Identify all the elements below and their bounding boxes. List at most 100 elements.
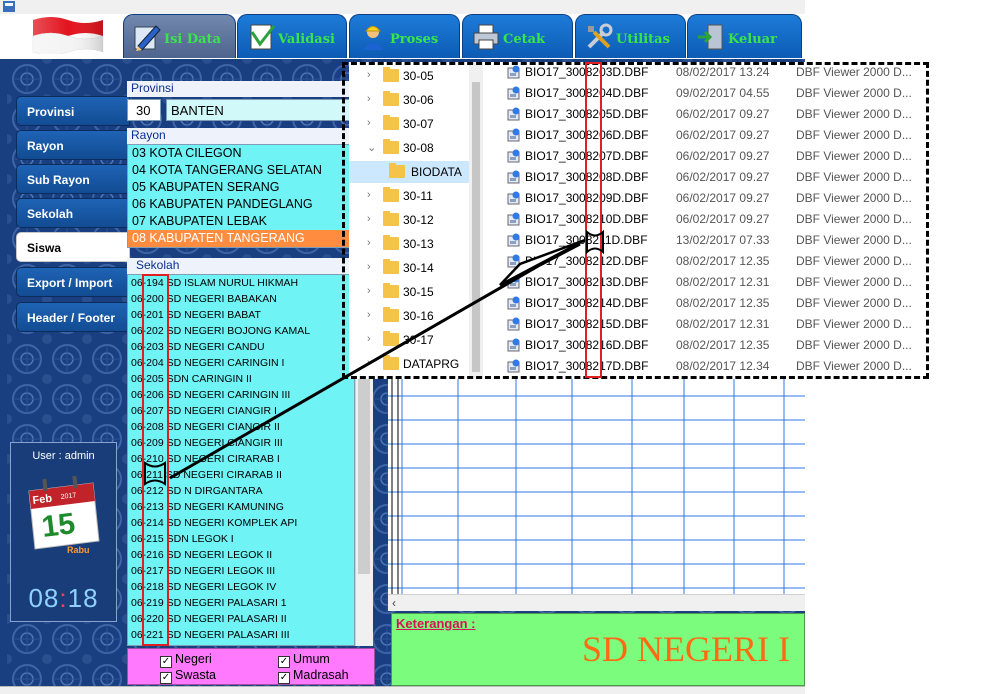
sekolah-item[interactable]: 06-207 SD NEGERI CIANGIR I (128, 403, 354, 419)
folder-30-15[interactable]: › 30-15 (349, 281, 469, 303)
sidebar-item-export-import[interactable]: Export / Import (16, 267, 130, 297)
chevron-right-icon[interactable]: › (367, 69, 371, 81)
sekolah-item[interactable]: 06-214 SD NEGERI KOMPLEK API (128, 515, 354, 531)
folder-30-11[interactable]: › 30-11 (349, 185, 469, 207)
filter-madrasah-checkbox[interactable]: ✓ Madrasah (278, 668, 349, 684)
checkbox-box[interactable]: ✓ (278, 656, 290, 668)
file-row[interactable]: BIO17_3008212D.DBF 08/02/2017 12.35 DBF Vi… (483, 251, 912, 272)
rayon-item[interactable]: 04 KOTA TANGERANG SELATAN (128, 162, 349, 179)
sekolah-item[interactable]: 06-216 SD NEGERI LEGOK II (128, 547, 354, 563)
sekolah-item[interactable]: 06-205 SDN CARINGIN II (128, 371, 354, 387)
chevron-right-icon[interactable]: › (367, 93, 371, 105)
sidebar-item-header-footer[interactable]: Header / Footer (16, 302, 130, 332)
file-row[interactable]: BIO17_3008216D.DBF 08/02/2017 12.35 DBF Vi… (483, 335, 912, 356)
sekolah-item[interactable]: 06-220 SD NEGERI PALASARI II (128, 611, 354, 627)
sekolah-item[interactable]: 06-204 SD NEGERI CARINGIN I (128, 355, 354, 371)
sekolah-item[interactable]: 06-217 SD NEGERI LEGOK III (128, 563, 354, 579)
folder-30-07[interactable]: › 30-07 (349, 113, 469, 135)
file-row[interactable]: BIO17_3008204D.DBF 09/02/2017 04.55 DBF Vi… (483, 83, 912, 104)
folder-30-12[interactable]: › 30-12 (349, 209, 469, 231)
rayon-item[interactable]: 03 KOTA CILEGON (128, 145, 349, 162)
file-row[interactable]: BIO17_3008208D.DBF 06/02/2017 09.27 DBF Vi… (483, 167, 912, 188)
sekolah-item[interactable]: 06-218 SD NEGERI LEGOK IV (128, 579, 354, 595)
folder-biodata[interactable]: BIODATA (349, 161, 469, 183)
scroll-left-arrow-icon[interactable]: ‹ (392, 596, 396, 610)
sekolah-item[interactable]: 06-208 SD NEGERI CIANGIR II (128, 419, 354, 435)
calendar-icon: Feb 2017 15 Rabu (28, 475, 100, 555)
filter-negeri-checkbox[interactable]: ✓ Negeri (160, 652, 212, 668)
sidebar-item-rayon[interactable]: Rayon (16, 130, 130, 160)
folder-30-14[interactable]: › 30-14 (349, 257, 469, 279)
file-row[interactable]: BIO17_3008210D.DBF 06/02/2017 09.27 DBF Vi… (483, 209, 912, 230)
chevron-right-icon[interactable]: › (367, 237, 371, 249)
folder-30-16[interactable]: › 30-16 (349, 305, 469, 327)
tab-isi-data[interactable]: Isi Data (123, 14, 236, 58)
checkbox-box[interactable]: ✓ (160, 672, 172, 684)
chevron-right-icon[interactable]: › (367, 285, 371, 297)
rayon-item[interactable]: 05 KABUPATEN SERANG (128, 179, 349, 196)
sekolah-item[interactable]: 06-202 SD NEGERI BOJONG KAMAL (128, 323, 354, 339)
grid-horizontal-scrollbar[interactable]: ‹ (388, 594, 805, 611)
file-row[interactable]: BIO17_3008207D.DBF 06/02/2017 09.27 DBF Vi… (483, 146, 912, 167)
chevron-right-icon[interactable]: › (367, 357, 371, 369)
tab-keluar[interactable]: Keluar (687, 14, 802, 58)
checkbox-box[interactable]: ✓ (278, 672, 290, 684)
provinsi-name-field[interactable]: BANTEN (166, 99, 350, 121)
rayon-item[interactable]: 06 KABUPATEN PANDEGLANG (128, 196, 349, 213)
filter-swasta-checkbox[interactable]: ✓ Swasta (160, 668, 216, 684)
sekolah-item[interactable]: 06-200 SD NEGERI BABAKAN (128, 291, 354, 307)
file-row[interactable]: BIO17_3008205D.DBF 06/02/2017 09.27 DBF Vi… (483, 104, 912, 125)
chevron-down-icon[interactable]: ⌄ (367, 141, 376, 154)
sekolah-item[interactable]: 06-211 SD NEGERI CIRARAB II (128, 467, 354, 483)
chevron-right-icon[interactable]: › (367, 333, 371, 345)
sekolah-item[interactable]: 06-212 SD N DIRGANTARA (128, 483, 354, 499)
rayon-item[interactable]: 08 KABUPATEN TANGERANG (128, 230, 349, 247)
folder-30-08[interactable]: ⌄ 30-08 (349, 137, 469, 159)
sekolah-item[interactable]: 06-213 SD NEGERI KAMUNING (128, 499, 354, 515)
sekolah-item[interactable]: 06-209 SD NEGERI CIANGIR III (128, 435, 354, 451)
sidebar-item-sub-rayon[interactable]: Sub Rayon (16, 164, 130, 194)
file-row[interactable]: BIO17_3008206D.DBF 06/02/2017 09.27 DBF Vi… (483, 125, 912, 146)
sekolah-item[interactable]: 06-194 SD ISLAM NURUL HIKMAH (128, 275, 354, 291)
tab-proses[interactable]: Proses (349, 14, 460, 58)
sidebar-item-siswa[interactable]: Siswa (16, 232, 130, 262)
dbf-file-icon (507, 233, 520, 247)
chevron-right-icon[interactable]: › (367, 213, 371, 225)
file-row[interactable]: BIO17_3008217D.DBF 08/02/2017 12.34 DBF Vi… (483, 356, 912, 377)
sekolah-item[interactable]: 06-221 SD NEGERI PALASARI III (128, 627, 354, 643)
folder-tree-scroll-thumb[interactable] (472, 82, 480, 372)
file-row[interactable]: BIO17_3008209D.DBF 06/02/2017 09.27 DBF Vi… (483, 188, 912, 209)
sekolah-item[interactable]: 06-201 SD NEGERI BABAT (128, 307, 354, 323)
provinsi-code-field[interactable]: 30 (127, 99, 161, 121)
sekolah-item[interactable]: 06-210 SD NEGERI CIRARAB I (128, 451, 354, 467)
sidebar-item-sekolah[interactable]: Sekolah (16, 198, 130, 228)
folder-dataprg[interactable]: › DATAPRG (349, 353, 469, 375)
tab-validasi[interactable]: Validasi (237, 14, 347, 58)
file-row[interactable]: BIO17_3008214D.DBF 08/02/2017 12.35 DBF Vi… (483, 293, 912, 314)
file-name: BIO17_3008209D.DBF (525, 191, 649, 205)
folder-30-17[interactable]: › 30-17 (349, 329, 469, 351)
chevron-right-icon[interactable]: › (367, 309, 371, 321)
file-row[interactable]: BIO17_3008213D.DBF 08/02/2017 12.31 DBF Vi… (483, 272, 912, 293)
file-row[interactable]: BIO17_3008211D.DBF 13/02/2017 07.33 DBF Vi… (483, 230, 912, 251)
sekolah-item[interactable]: 06-219 SD NEGERI PALASARI 1 (128, 595, 354, 611)
folder-tree-scrollbar[interactable] (469, 62, 483, 379)
sidebar-item-provinsi[interactable]: Provinsi (16, 96, 130, 126)
filter-umum-checkbox[interactable]: ✓ Umum (278, 652, 330, 668)
chevron-right-icon[interactable]: › (367, 117, 371, 129)
tab-utilitas[interactable]: Utilitas (575, 14, 686, 58)
sekolah-item[interactable]: 06-206 SD NEGERI CARINGIN III (128, 387, 354, 403)
file-row[interactable]: BIO17_3008215D.DBF 08/02/2017 12.31 DBF Vi… (483, 314, 912, 335)
sekolah-item[interactable]: 06-215 SDN LEGOK I (128, 531, 354, 547)
tab-cetak[interactable]: Cetak (462, 14, 573, 58)
file-row[interactable]: BIO17_3008203D.DBF 08/02/2017 13.24 DBF Vi… (483, 62, 912, 83)
sekolah-item[interactable]: 06-203 SD NEGERI CANDU (128, 339, 354, 355)
rayon-item[interactable]: 07 KABUPATEN LEBAK (128, 213, 349, 230)
checkbox-box[interactable]: ✓ (160, 656, 172, 668)
folder-30-13[interactable]: › 30-13 (349, 233, 469, 255)
data-grid[interactable] (388, 376, 805, 594)
chevron-right-icon[interactable]: › (367, 189, 371, 201)
folder-30-05[interactable]: › 30-05 (349, 65, 469, 87)
folder-30-06[interactable]: › 30-06 (349, 89, 469, 111)
chevron-right-icon[interactable]: › (367, 261, 371, 273)
